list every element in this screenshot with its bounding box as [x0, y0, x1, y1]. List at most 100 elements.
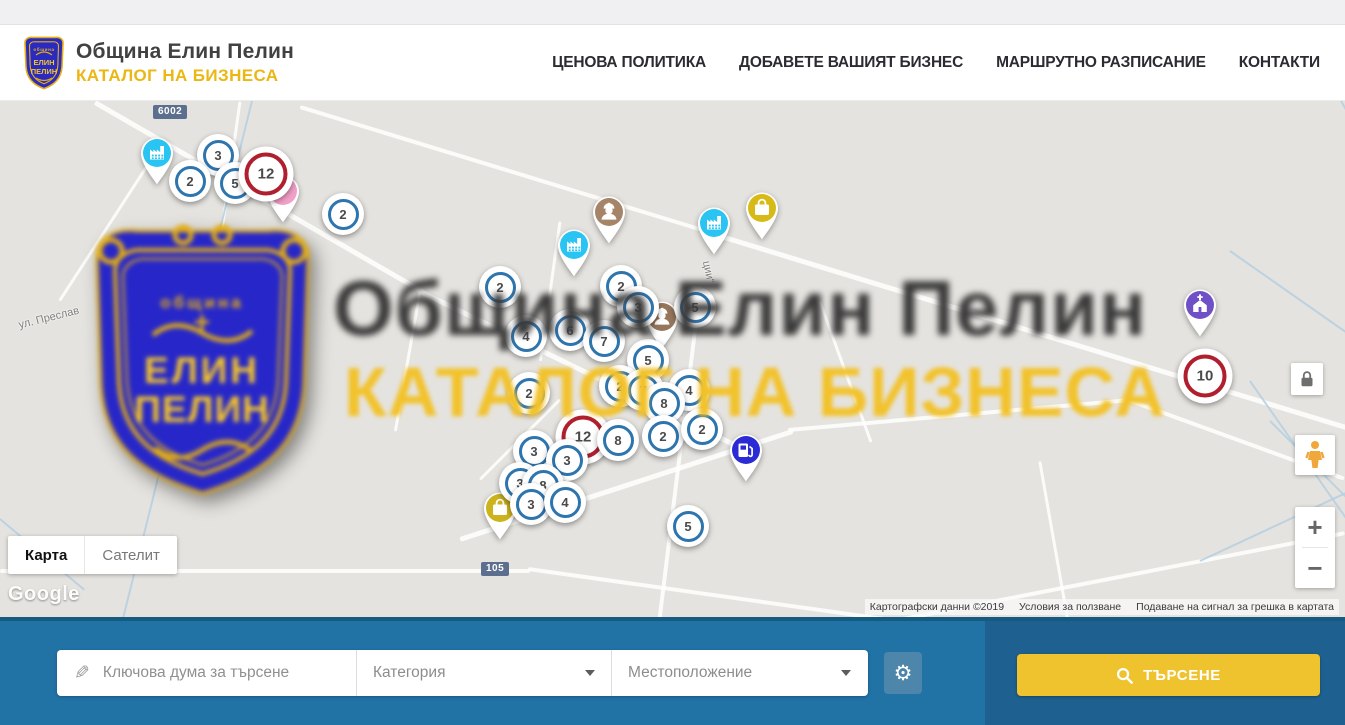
keyword-input[interactable] [101, 663, 345, 683]
cluster-count: 5 [231, 176, 238, 191]
street-view-pegman-button[interactable] [1295, 435, 1335, 475]
map-boundary-line [1229, 250, 1345, 395]
cluster-count: 3 [563, 453, 570, 468]
map-road [717, 233, 1345, 431]
location-select[interactable]: Местоположение [612, 650, 867, 696]
cluster-marker[interactable]: 2 [322, 193, 364, 235]
cluster-marker[interactable]: 3 [617, 286, 659, 328]
attribution-text: Картографски данни ©2019 [870, 601, 1004, 613]
brand-logo-link[interactable]: община ЕЛИН ПЕЛИН Община Елин Пелин КАТА… [0, 34, 294, 92]
cluster-marker[interactable]: 4 [544, 481, 586, 523]
cluster-count: 10 [1197, 368, 1214, 385]
cluster-count: 2 [186, 174, 193, 189]
fuel-pin-marker[interactable] [724, 431, 768, 488]
nav-item[interactable]: МАРШРУТНО РАЗПИСАНИЕ [996, 54, 1206, 72]
cluster-marker[interactable]: 2 [642, 415, 684, 457]
road-badge: 6002 [153, 105, 187, 119]
pencil-icon: ✎ [74, 662, 90, 685]
chevron-down-icon [841, 670, 851, 676]
cluster-count: 2 [496, 280, 503, 295]
lock-button[interactable] [1291, 363, 1323, 395]
map-road [819, 301, 873, 443]
cluster-marker[interactable]: 2 [681, 408, 723, 450]
map-road [788, 398, 1132, 432]
road-badge: 105 [481, 562, 509, 576]
keyword-field[interactable]: ✎ [57, 650, 357, 696]
cluster-marker[interactable]: 2 [479, 266, 521, 308]
street-label: ул. Преслав [17, 305, 80, 332]
header: община ЕЛИН ПЕЛИН Община Елин Пелин КАТА… [0, 25, 1345, 101]
bag-pin-marker[interactable] [740, 189, 784, 246]
cluster-count: 12 [258, 166, 275, 183]
google-map[interactable]: 6002105ул. Преславбул. „Новоселци“ции“ 3… [0, 100, 1345, 617]
google-logo[interactable]: Google [8, 583, 80, 606]
map-type-map-button[interactable]: Карта [8, 536, 85, 574]
cluster-count: 8 [614, 433, 621, 448]
map-type-control: Карта Сателит [8, 536, 177, 574]
cluster-count: 3 [530, 444, 537, 459]
attribution-link[interactable]: Подаване на сигнал за грешка в картата [1136, 601, 1334, 613]
municipality-crest-icon: община ЕЛИН ПЕЛИН [21, 34, 67, 92]
svg-text:ЕЛИН: ЕЛИН [33, 58, 54, 67]
cluster-count: 4 [522, 329, 529, 344]
zoom-out-button[interactable]: − [1295, 548, 1335, 588]
map-attribution: Картографски данни ©2019 Условия за ползв… [865, 599, 1339, 615]
watermark-subtitle: КАТАЛОГ НА БИЗНЕСА [344, 352, 1166, 432]
cluster-count: 6 [566, 323, 573, 338]
cluster-count: 4 [685, 383, 692, 398]
street-label: ции“ [700, 260, 716, 284]
cluster-marker[interactable]: 8 [597, 419, 639, 461]
watermark-crest: община ЕЛИН ПЕЛИН [85, 215, 320, 510]
cluster-marker[interactable]: 4 [505, 315, 547, 357]
lock-icon [1295, 367, 1319, 391]
cluster-count: 5 [684, 519, 691, 534]
zoom-in-button[interactable]: + [1295, 507, 1335, 547]
site-title: Община Елин Пелин [76, 40, 294, 64]
cluster-marker[interactable]: 2 [169, 160, 211, 202]
map-type-satellite-button[interactable]: Сателит [85, 536, 177, 574]
cluster-count: 2 [659, 429, 666, 444]
search-icon [1116, 667, 1133, 684]
cluster-count: 2 [339, 207, 346, 222]
cluster-count: 2 [525, 386, 532, 401]
attribution-link[interactable]: Условия за ползване [1019, 601, 1121, 613]
advanced-settings-button[interactable]: ⚙ [884, 652, 922, 694]
pegman-icon [1302, 440, 1328, 470]
cluster-marker[interactable]: 5 [674, 286, 716, 328]
search-bar: ✎ Категория Местоположение ⚙ ТЪРСЕНЕ [0, 617, 1345, 725]
nav-item[interactable]: КОНТАКТИ [1239, 54, 1320, 72]
svg-text:ПЕЛИН: ПЕЛИН [31, 67, 57, 76]
map-boundary-line [1340, 101, 1345, 258]
cluster-marker[interactable]: 10 [1178, 349, 1233, 404]
cluster-count: 3 [214, 148, 221, 163]
church-pin-marker[interactable] [1178, 286, 1222, 343]
factory-pin-marker[interactable] [552, 226, 596, 283]
cluster-count: 2 [698, 422, 705, 437]
zoom-control: + − [1295, 507, 1335, 588]
search-button-label: ТЪРСЕНЕ [1143, 667, 1221, 684]
category-select[interactable]: Категория [357, 650, 612, 696]
map-road [394, 291, 422, 431]
cluster-marker[interactable]: 2 [508, 372, 550, 414]
cluster-count: 3 [527, 497, 534, 512]
svg-text:ЕЛИН: ЕЛИН [144, 350, 260, 391]
svg-text:община: община [33, 46, 54, 52]
cluster-count: 4 [561, 495, 568, 510]
cluster-marker[interactable]: 12 [239, 147, 294, 202]
search-button[interactable]: ТЪРСЕНЕ [1017, 654, 1320, 696]
factory-pin-marker[interactable] [692, 204, 736, 261]
cluster-marker[interactable]: 7 [583, 320, 625, 362]
cluster-marker[interactable]: 5 [667, 505, 709, 547]
cluster-count: 3 [634, 300, 641, 315]
svg-text:ПЕЛИН: ПЕЛИН [134, 389, 270, 430]
chevron-down-icon [585, 670, 595, 676]
gear-icon: ⚙ [894, 661, 913, 686]
nav-item[interactable]: ДОБАВЕТЕ ВАШИЯТ БИЗНЕС [739, 54, 963, 72]
main-nav: ЦЕНОВА ПОЛИТИКА ДОБАВЕТЕ ВАШИЯТ БИЗНЕС МАР… [552, 54, 1345, 72]
cluster-count: 5 [691, 300, 698, 315]
cluster-count: 5 [644, 353, 651, 368]
nav-item[interactable]: ЦЕНОВА ПОЛИТИКА [552, 54, 706, 72]
location-select-label: Местоположение [628, 664, 752, 682]
search-field-group: ✎ Категория Местоположение [57, 650, 868, 696]
category-select-label: Категория [373, 664, 445, 682]
